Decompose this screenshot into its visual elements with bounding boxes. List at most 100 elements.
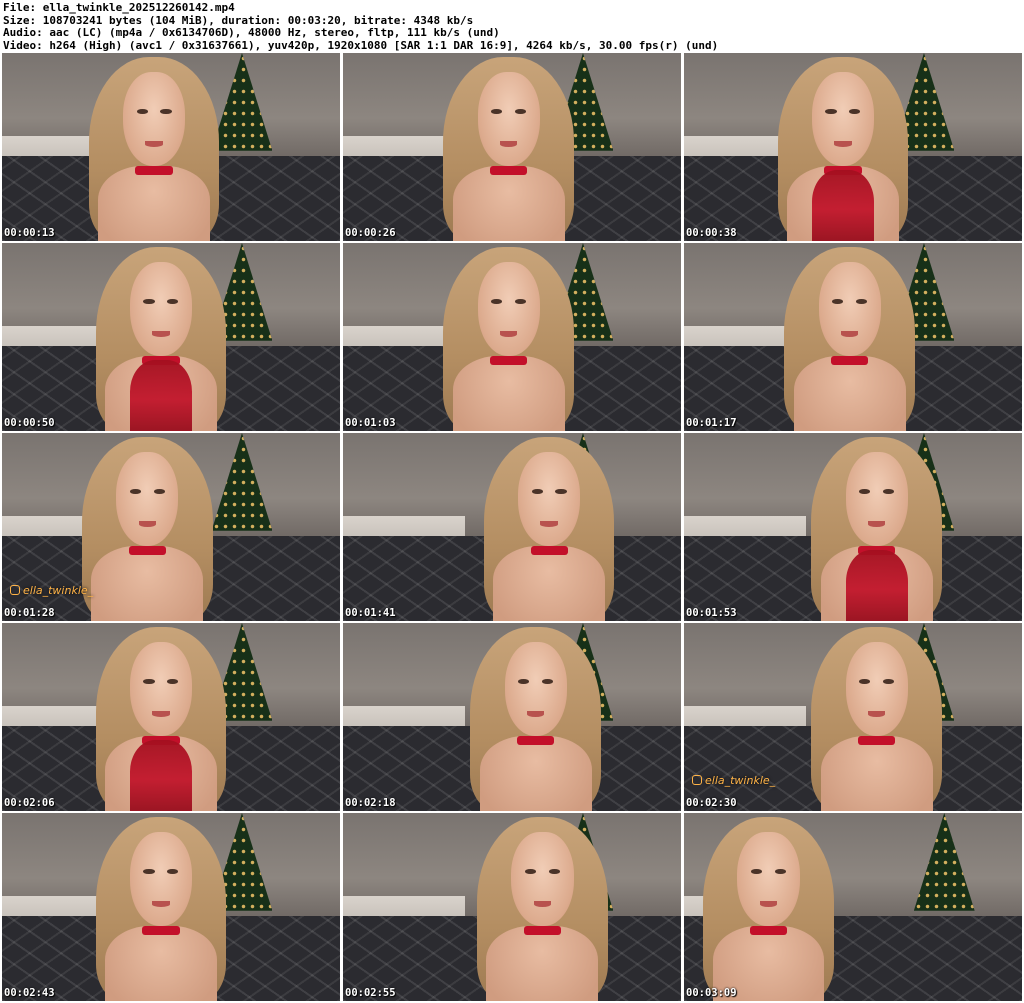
video-thumbnail: 00:02:55 [343, 813, 681, 1001]
torso [91, 545, 204, 621]
file-info-header: File: ella_twinkle_202512260142.mp4 Size… [3, 1, 1021, 52]
left-eye [129, 489, 142, 495]
mouth [540, 521, 558, 527]
face [116, 451, 179, 546]
right-eye [548, 869, 560, 875]
thumbnail-timestamp: 00:02:06 [4, 797, 55, 809]
left-eye [136, 109, 148, 115]
left-eye [143, 679, 155, 685]
mouth [867, 521, 886, 527]
right-eye [514, 109, 527, 115]
left-eye [825, 109, 837, 115]
person-figure [83, 623, 238, 811]
red-choker [857, 735, 896, 746]
right-eye [167, 299, 179, 305]
thumbnail-timestamp: 00:01:28 [4, 607, 55, 619]
video-thumbnail: 00:02:43 [2, 813, 340, 1001]
red-choker [142, 925, 180, 936]
red-gloves [845, 549, 908, 621]
face [123, 71, 186, 166]
thumbnail-timestamp: 00:02:55 [345, 987, 396, 999]
video-thumbnail: 00:00:13 [2, 53, 340, 241]
torso [452, 165, 565, 241]
thumbnail-timestamp: 00:01:41 [345, 607, 396, 619]
mouth [499, 141, 518, 147]
left-eye [524, 869, 537, 875]
audio-info-line: Audio: aac (LC) (mp4a / 0x6134706D), 480… [3, 26, 500, 39]
left-eye [518, 679, 530, 685]
mouth [840, 331, 859, 337]
mouth [533, 901, 552, 907]
video-thumbnail: 00:00:38 [684, 53, 1022, 241]
red-choker [489, 355, 528, 366]
right-eye [882, 489, 895, 495]
mouth [152, 711, 170, 717]
torso [486, 925, 599, 1001]
red-choker [523, 925, 562, 936]
video-thumbnail: 00:01:17 [684, 243, 1022, 431]
left-eye [143, 869, 155, 875]
red-choker [749, 925, 788, 936]
red-choker [128, 545, 166, 556]
face [818, 261, 881, 356]
video-thumbnail: 00:01:03 [343, 243, 681, 431]
person-figure [772, 243, 927, 431]
right-eye [774, 869, 786, 875]
right-eye [167, 869, 179, 875]
handle-text: ella_twinkle_ [705, 774, 776, 787]
thumbnail-grid: 00:00:13 00:00:26 00:00:38 00:00:50 00:01:03… [2, 53, 1022, 1001]
face [477, 71, 540, 166]
instagram-handle-watermark: ella_twinkle_ [10, 584, 93, 597]
thumbnail-timestamp: 00:00:26 [345, 227, 396, 239]
instagram-handle-watermark: ella_twinkle_ [692, 774, 775, 787]
torso [493, 545, 606, 621]
right-eye [541, 679, 554, 685]
mouth [526, 711, 545, 717]
video-info-line: Video: h264 (High) (avc1 / 0x31637661), … [3, 38, 719, 52]
mouth [834, 141, 852, 147]
right-eye [167, 679, 179, 685]
person-figure [76, 53, 231, 241]
face [845, 451, 908, 546]
left-eye [832, 299, 844, 305]
red-gloves [129, 359, 192, 431]
video-thumbnail: ella_twinkle_ 00:01:28 [2, 433, 340, 621]
red-choker [530, 545, 568, 556]
video-thumbnail: 00:03:09 [684, 813, 1022, 1001]
face [129, 641, 192, 736]
instagram-icon [692, 775, 702, 785]
left-eye [143, 299, 155, 305]
video-thumbnail: 00:02:18 [343, 623, 681, 811]
mouth [152, 331, 170, 337]
mouth [759, 901, 778, 907]
file-name-line: File: ella_twinkle_202512260142.mp4 [3, 1, 235, 14]
torso [793, 355, 906, 431]
left-eye [491, 299, 503, 305]
red-choker [135, 165, 173, 176]
video-thumbnail: 00:02:06 [2, 623, 340, 811]
right-eye [849, 109, 861, 115]
person-figure [83, 813, 238, 1001]
torso [98, 165, 211, 241]
mouth [499, 331, 518, 337]
left-eye [491, 109, 503, 115]
thumbnail-timestamp: 00:01:03 [345, 417, 396, 429]
red-gloves [811, 169, 874, 241]
person-figure [431, 243, 586, 431]
face [737, 831, 800, 926]
instagram-icon [10, 585, 20, 595]
red-choker [516, 735, 555, 746]
thumbnail-timestamp: 00:01:17 [686, 417, 737, 429]
video-thumbnail: 00:00:26 [343, 53, 681, 241]
video-thumbnail: 00:01:41 [343, 433, 681, 621]
person-figure [799, 433, 954, 621]
left-eye [751, 869, 763, 875]
thumbnail-timestamp: 00:02:18 [345, 797, 396, 809]
person-figure [799, 623, 954, 811]
face [845, 641, 908, 736]
torso [104, 925, 217, 1001]
torso [479, 735, 592, 811]
right-eye [514, 299, 527, 305]
mouth [145, 141, 163, 147]
face [129, 831, 192, 926]
